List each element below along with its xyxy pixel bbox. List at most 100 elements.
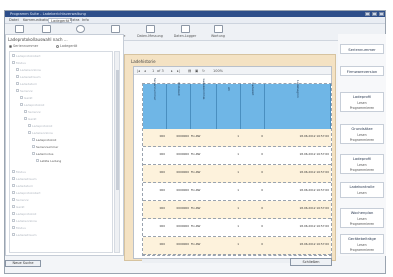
column-header[interactable]: Ah bbox=[217, 84, 241, 129]
column-header[interactable]: Seriennummer bbox=[143, 78, 167, 129]
expand-icon[interactable] bbox=[12, 61, 15, 64]
column-header[interactable]: Ladezeit bbox=[241, 83, 265, 129]
tree-node[interactable]: Ladeprotokollart bbox=[12, 191, 41, 195]
tree-node[interactable]: Gerät bbox=[20, 96, 32, 100]
table-row[interactable]: 000 0000000 Fix-RW 1 0 18.06.2012 16:57:00 bbox=[143, 219, 331, 237]
expand-icon[interactable] bbox=[12, 191, 15, 194]
read-button[interactable]: Lesen bbox=[341, 133, 383, 137]
tree-node[interactable]: Seriennr. bbox=[24, 110, 41, 114]
tree-node[interactable]: Ladezeitraum bbox=[12, 233, 37, 237]
tree-node[interactable]: Ladekennlinie bbox=[16, 68, 41, 72]
expand-icon[interactable] bbox=[12, 212, 15, 215]
column-header[interactable]: Protokoll bbox=[167, 83, 191, 129]
expand-icon[interactable] bbox=[32, 152, 35, 155]
tree-node-active[interactable]: Lademodus bbox=[32, 152, 53, 156]
expand-icon[interactable] bbox=[16, 82, 19, 85]
expand-icon[interactable] bbox=[28, 131, 31, 134]
tree-node[interactable]: Ladezeitraum bbox=[16, 75, 41, 79]
tree-node[interactable]: Modus bbox=[12, 170, 26, 174]
tree-node[interactable]: Ladeprotokoll bbox=[28, 124, 52, 128]
expand-icon[interactable] bbox=[28, 124, 31, 127]
tree-node[interactable]: Seriennr. bbox=[16, 89, 33, 93]
maximize-button[interactable] bbox=[372, 12, 377, 16]
tree-view[interactable]: Ladeprotokollart Modus Ladekennlinie Lad… bbox=[9, 51, 113, 253]
expand-icon[interactable] bbox=[36, 159, 39, 162]
read-button[interactable]: Lesen bbox=[341, 163, 383, 167]
tree-node[interactable]: Ladedatum bbox=[12, 184, 33, 188]
scroll-thumb[interactable] bbox=[116, 70, 119, 190]
tree-node[interactable]: Gerät bbox=[24, 117, 36, 121]
tree-node[interactable]: Ladeprotokoll bbox=[12, 212, 36, 216]
expand-icon[interactable] bbox=[12, 226, 15, 229]
measure-button[interactable]: Daten-Messung bbox=[136, 25, 164, 40]
expand-icon[interactable] bbox=[16, 89, 19, 92]
column-header[interactable]: Ladekennlinie bbox=[191, 79, 217, 129]
tree-node-active[interactable]: Seriennummer bbox=[32, 145, 58, 149]
tree-scrollbar[interactable] bbox=[114, 51, 120, 253]
radio-ladegeraet[interactable]: Ladegerät bbox=[56, 44, 77, 48]
program-button[interactable]: Programmieren bbox=[341, 222, 383, 226]
last-page-icon[interactable]: ▸| bbox=[177, 68, 180, 74]
new-search-button[interactable]: Neue Suche bbox=[5, 260, 41, 267]
minimize-button[interactable] bbox=[365, 12, 370, 16]
expand-icon[interactable] bbox=[16, 75, 19, 78]
tree-node[interactable]: Ladedatum bbox=[16, 82, 37, 86]
program-button[interactable]: Programmieren bbox=[341, 248, 383, 252]
tree-node[interactable]: Ladekennlinie bbox=[12, 219, 37, 223]
expand-icon[interactable] bbox=[24, 117, 27, 120]
read-button[interactable]: Lesen bbox=[341, 101, 383, 105]
first-page-icon[interactable]: |◂ bbox=[137, 68, 140, 74]
expand-icon[interactable] bbox=[12, 170, 15, 173]
prev-page-icon[interactable]: ◂ bbox=[144, 68, 146, 74]
expand-icon[interactable] bbox=[24, 110, 27, 113]
tree-node-active[interactable]: Ladeprotokoll bbox=[32, 138, 56, 142]
expand-icon[interactable] bbox=[16, 68, 19, 71]
expand-icon[interactable] bbox=[32, 145, 35, 148]
expand-icon[interactable] bbox=[12, 205, 15, 208]
tree-node-active[interactable]: Letzte Ladung bbox=[36, 159, 61, 163]
close-window-button[interactable] bbox=[379, 12, 384, 16]
tree-node[interactable]: Modus bbox=[12, 226, 26, 230]
tree-node[interactable]: Seriennr. bbox=[12, 198, 29, 202]
tree-node[interactable]: Modus bbox=[12, 61, 26, 65]
print-icon[interactable]: ▤ bbox=[188, 68, 191, 74]
tree-node[interactable]: Ladekennlinie bbox=[28, 131, 53, 135]
serial-number-button[interactable]: Seriennummer bbox=[340, 44, 384, 54]
expand-icon[interactable] bbox=[12, 198, 15, 201]
expand-icon[interactable] bbox=[32, 138, 35, 141]
menu-info[interactable]: Info bbox=[80, 18, 91, 23]
expand-icon[interactable] bbox=[12, 219, 15, 222]
program-button[interactable]: Programmieren bbox=[341, 138, 383, 142]
tree-node[interactable]: Ladezeitraum bbox=[12, 177, 37, 181]
read-button[interactable]: Lesen bbox=[341, 217, 383, 221]
table-row[interactable]: 000 0000000 Fix-RW 1 0 18.06.2012 16:57:00 bbox=[143, 147, 331, 165]
expand-icon[interactable] bbox=[20, 96, 23, 99]
page-number[interactable]: 1 bbox=[152, 68, 154, 74]
expand-icon[interactable] bbox=[12, 233, 15, 236]
close-button[interactable]: Schließen bbox=[290, 258, 332, 266]
expand-icon[interactable] bbox=[12, 177, 15, 180]
read-button[interactable]: Lesen bbox=[341, 191, 383, 195]
expand-icon[interactable] bbox=[12, 54, 15, 57]
tree-node[interactable]: Ladeprotokoll bbox=[20, 103, 44, 107]
program-button[interactable]: Programmieren bbox=[341, 168, 383, 172]
refresh-icon[interactable]: ↻ bbox=[202, 68, 205, 74]
tree-node[interactable]: Gerät bbox=[12, 205, 24, 209]
expand-icon[interactable] bbox=[20, 103, 23, 106]
menu-datei[interactable]: Datei bbox=[7, 18, 21, 23]
export-icon[interactable]: ▣ bbox=[195, 68, 198, 74]
table-row[interactable]: 000 0000000 Fix-RW 1 0 18.06.2012 16:57:00 bbox=[143, 129, 331, 147]
zoom-select[interactable]: 100% bbox=[213, 68, 223, 74]
radio-seriennummer[interactable]: Seriennummer bbox=[9, 44, 38, 48]
tree-node[interactable]: Ladeprotokollart bbox=[12, 54, 41, 58]
table-row[interactable]: 000 0000000 Fix-RW 1 0 18.06.2012 16:57:00 bbox=[143, 237, 331, 255]
program-button[interactable]: Programmieren bbox=[341, 106, 383, 110]
next-page-icon[interactable]: ▸ bbox=[171, 68, 173, 74]
column-header[interactable]: Ladebeginn bbox=[265, 80, 331, 129]
read-button[interactable]: Lesen bbox=[341, 243, 383, 247]
table-row[interactable]: 000 0000000 Fix-RW 1 0 18.06.2012 16:57:00 bbox=[143, 183, 331, 201]
expand-icon[interactable] bbox=[12, 184, 15, 187]
table-row[interactable]: 000 0000000 Fix-RW 1 0 18.06.2012 16:57:00 bbox=[143, 165, 331, 183]
logger-button[interactable]: Daten-Logger bbox=[171, 25, 199, 40]
wrench-button[interactable]: Wartung bbox=[204, 25, 232, 40]
